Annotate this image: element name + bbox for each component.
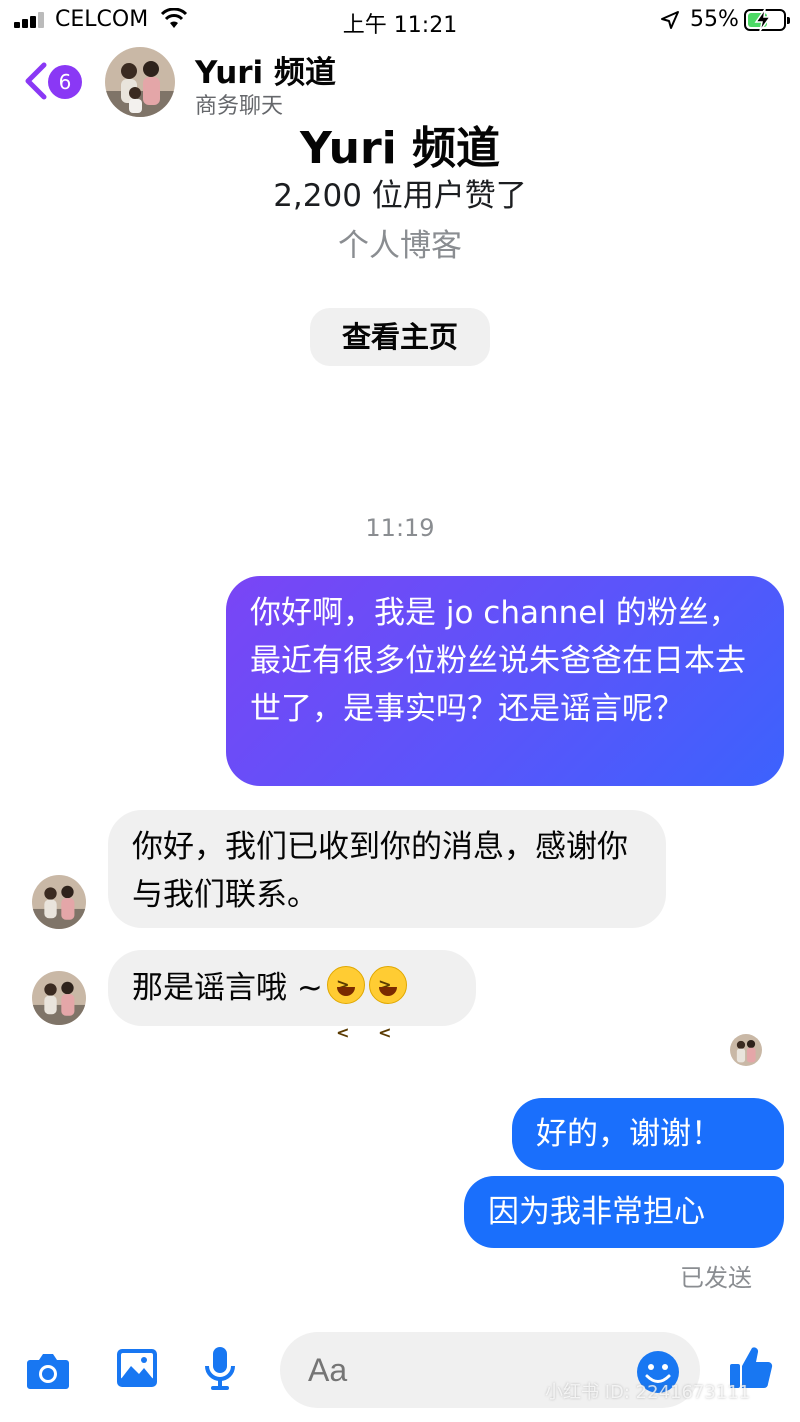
location-arrow-icon xyxy=(661,11,679,29)
charging-bolt-icon xyxy=(754,8,772,32)
read-receipt-avatar xyxy=(730,1034,762,1066)
watermark: 小红书 ID: 2241673111 xyxy=(545,1382,751,1403)
view-page-button[interactable]: 查看主页 xyxy=(310,308,490,366)
sent-message[interactable]: 你好啊，我是 jo channel 的粉丝，最近有很多位粉丝说朱爸爸在日本去世了… xyxy=(226,576,784,786)
camera-icon[interactable] xyxy=(26,1352,70,1390)
message-text: 那是谣言哦 ~ xyxy=(132,970,323,1006)
sent-message[interactable]: 好的，谢谢！ xyxy=(512,1098,784,1170)
profile-category: 个人博客 xyxy=(338,228,462,264)
received-message[interactable]: 那是谣言哦 ~ xyxy=(108,950,476,1057)
status-bar: CELCOM 上午 11:21 55% xyxy=(0,0,800,44)
received-message[interactable]: 你好，我们已收到你的消息，感谢你与我们联系。 xyxy=(108,810,666,928)
back-button[interactable]: 6 xyxy=(24,58,94,104)
grinning-squinting-face-icon xyxy=(326,961,365,1057)
avatar xyxy=(32,875,86,929)
chat-header: 6 Yuri 频道 商务聊天 xyxy=(0,44,800,122)
grinning-squinting-face-icon xyxy=(368,961,407,1057)
profile-likes: 2,200 位用户赞了 xyxy=(273,178,527,214)
message-timestamp: 11:19 xyxy=(365,514,435,542)
avatar[interactable] xyxy=(105,47,175,117)
message-composer xyxy=(0,1320,800,1422)
chat-title: Yuri 频道 xyxy=(195,55,336,91)
sent-message[interactable]: 因为我非常担心 xyxy=(464,1176,784,1248)
microphone-icon[interactable] xyxy=(204,1346,236,1392)
battery-percent: 55% xyxy=(690,7,739,32)
chevron-left-icon xyxy=(25,62,47,100)
avatar xyxy=(32,971,86,1025)
image-icon[interactable] xyxy=(116,1348,158,1388)
chat-subtitle: 商务聊天 xyxy=(195,94,284,119)
unread-badge: 6 xyxy=(48,65,82,99)
clock: 上午 11:21 xyxy=(342,13,458,38)
delivery-status: 已发送 xyxy=(680,1264,752,1292)
